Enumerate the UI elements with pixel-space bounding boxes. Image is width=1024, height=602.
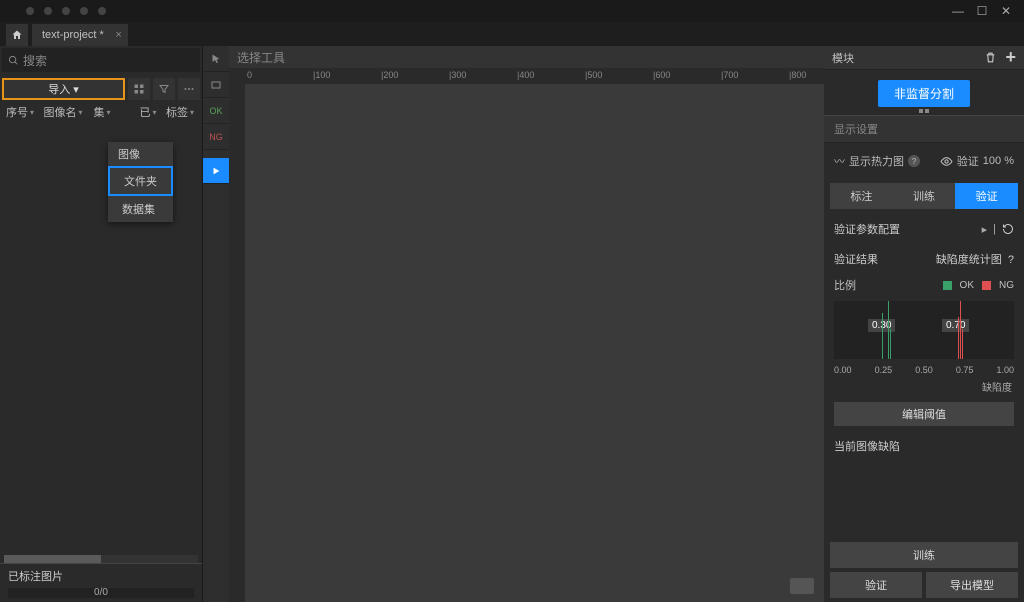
heatmap-help-icon[interactable]: ? xyxy=(908,155,920,167)
mode-verify[interactable]: 验证 xyxy=(955,183,1018,209)
verify-label: 验证 xyxy=(957,153,979,169)
project-tab-label: text-project * xyxy=(42,29,104,41)
module-handles[interactable] xyxy=(919,109,929,113)
horizontal-scrollbar[interactable] xyxy=(4,555,198,563)
ng-color-chip xyxy=(982,281,991,290)
home-icon xyxy=(11,29,23,41)
current-defect-label: 当前图像缺陷 xyxy=(824,432,1024,460)
chevron-right-icon: ▸ xyxy=(982,223,988,236)
close-tab-icon[interactable]: × xyxy=(115,29,121,41)
verify-params-label: 验证参数配置 xyxy=(834,221,900,237)
search-input[interactable]: 搜索 xyxy=(2,48,200,72)
tool-strip: OK NG xyxy=(203,46,229,602)
ok-color-chip xyxy=(943,281,952,290)
ruler-vertical xyxy=(229,84,245,602)
divider: | xyxy=(993,223,996,235)
defect-help-icon[interactable]: ? xyxy=(1008,254,1014,266)
labeled-progress: 0/0 xyxy=(8,588,194,598)
ng-label: NG xyxy=(999,280,1014,291)
project-tab[interactable]: text-project * × xyxy=(32,24,128,46)
tool-ok-tag[interactable]: OK xyxy=(203,98,229,124)
add-module-button[interactable]: + xyxy=(1005,47,1016,68)
heatmap-toggle-icon: 〰 xyxy=(834,153,845,169)
train-button[interactable]: 训练 xyxy=(830,542,1018,568)
search-icon xyxy=(8,55,19,66)
canvas[interactable] xyxy=(229,84,824,602)
eye-icon[interactable] xyxy=(940,155,953,168)
segmentation-module-button[interactable]: 非监督分割 xyxy=(878,80,970,107)
module-header: 模块 + xyxy=(824,46,1024,70)
result-title: 验证结果 xyxy=(834,251,878,267)
tool-run[interactable] xyxy=(203,158,229,184)
right-panel: 模块 + 非监督分割 显示设置 〰 显示热力图 ? 验证 100 % 标注 xyxy=(824,46,1024,602)
verify-button[interactable]: 验证 xyxy=(830,572,922,598)
minimize-button[interactable]: — xyxy=(946,0,970,22)
canvas-area: 选择工具 0 |100 |200 |300 |400 |500 |600 |70… xyxy=(229,46,824,602)
display-settings-header: 显示设置 xyxy=(824,115,1024,143)
verify-percent: 100 % xyxy=(983,155,1014,167)
ellipsis-icon xyxy=(183,83,195,95)
dropdown-item-dataset[interactable]: 数据集 xyxy=(108,196,173,222)
close-button[interactable]: ✕ xyxy=(994,0,1018,22)
ok-label: OK xyxy=(960,280,974,291)
x-axis-label: 缺陷度 xyxy=(824,377,1024,396)
export-model-button[interactable]: 导出模型 xyxy=(926,572,1018,598)
maximize-button[interactable]: ☐ xyxy=(970,0,994,22)
defect-histogram: 0.30 0.70 xyxy=(834,301,1014,359)
col-image-name[interactable]: 图像名 xyxy=(38,104,88,120)
mode-train[interactable]: 训练 xyxy=(893,183,956,209)
dropdown-header: 图像 xyxy=(108,142,173,166)
import-label: 导入 ▾ xyxy=(48,81,79,97)
select-tool-label: 选择工具 xyxy=(237,49,285,66)
labeled-count: 0/0 xyxy=(94,587,108,598)
tab-bar: text-project * × xyxy=(0,22,1024,46)
traffic-lights xyxy=(26,7,106,15)
more-button[interactable] xyxy=(178,78,200,100)
reset-icon[interactable] xyxy=(1002,223,1014,235)
search-placeholder: 搜索 xyxy=(23,52,47,69)
mode-annotate[interactable]: 标注 xyxy=(830,183,893,209)
filter-icon xyxy=(158,83,170,95)
heatmap-label: 显示热力图 xyxy=(849,153,904,169)
dropdown-item-folder[interactable]: 文件夹 xyxy=(108,166,173,196)
titlebar: — ☐ ✕ xyxy=(0,0,1024,22)
edit-threshold-button[interactable]: 编辑阈值 xyxy=(834,402,1014,426)
rect-icon xyxy=(210,79,222,91)
chart-x-axis: 0.00 0.25 0.50 0.75 1.00 xyxy=(834,365,1014,375)
tool-rect[interactable] xyxy=(203,72,229,98)
canvas-toolbar: 选择工具 xyxy=(229,46,824,68)
tool-ng-tag[interactable]: NG xyxy=(203,124,229,150)
labeled-title: 已标注图片 xyxy=(8,568,194,584)
grid-view-button[interactable] xyxy=(128,78,150,100)
grid-icon xyxy=(133,83,145,95)
col-tags[interactable]: 标签 xyxy=(162,104,198,120)
column-headers: 序号 图像名 集 已 标签 xyxy=(0,100,202,124)
import-button[interactable]: 导入 ▾ xyxy=(2,78,125,100)
labeled-section: 已标注图片 0/0 xyxy=(0,563,202,602)
mode-tabs: 标注 训练 验证 xyxy=(830,183,1018,209)
left-panel: 搜索 导入 ▾ 序号 图像名 集 已 标签 xyxy=(0,46,203,602)
filter-button[interactable] xyxy=(153,78,175,100)
keyboard-icon[interactable] xyxy=(790,578,814,594)
cursor-icon xyxy=(210,53,222,65)
defect-chart-label: 缺陷度统计图 xyxy=(936,254,1002,266)
col-done[interactable]: 已 xyxy=(134,104,162,120)
ratio-label: 比例 xyxy=(834,277,856,293)
col-set[interactable]: 集 xyxy=(88,104,116,120)
module-label: 模块 xyxy=(832,50,854,66)
col-index[interactable]: 序号 xyxy=(2,104,38,120)
home-tab[interactable] xyxy=(6,24,28,46)
ng-value-label: 0.70 xyxy=(942,319,969,332)
play-icon xyxy=(211,166,221,176)
trash-icon[interactable] xyxy=(984,51,997,64)
import-dropdown: 图像 文件夹 数据集 xyxy=(108,142,173,222)
ruler-horizontal: 0 |100 |200 |300 |400 |500 |600 |700 |80… xyxy=(229,68,824,84)
verify-params-row[interactable]: 验证参数配置 ▸ | xyxy=(824,213,1024,245)
tool-cursor[interactable] xyxy=(203,46,229,72)
